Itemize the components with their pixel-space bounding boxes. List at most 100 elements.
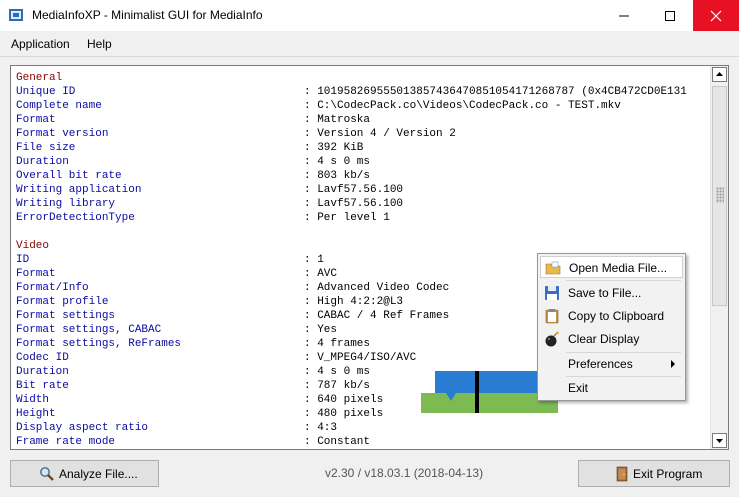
info-value: C:\CodecPack.co\Videos\CodecPack.co - TE… (317, 100, 621, 112)
minimize-icon (619, 15, 629, 17)
info-key: Format/Info (16, 282, 89, 294)
ctx-copy-label: Copy to Clipboard (568, 309, 665, 323)
ctx-preferences-label: Preferences (568, 357, 633, 371)
ctx-open-label: Open Media File... (569, 261, 668, 275)
info-row: Writing library: Lavf57.56.100 (16, 197, 687, 211)
menu-divider (0, 56, 739, 57)
info-separator: : (304, 296, 318, 308)
info-key: Bit rate (16, 380, 69, 392)
minimize-button[interactable] (601, 0, 647, 31)
info-row: Format: Matroska (16, 113, 687, 127)
info-key: Format version (16, 128, 109, 140)
analyze-file-button[interactable]: Analyze File.... (10, 460, 159, 487)
info-row: Writing application: Lavf57.56.100 (16, 183, 687, 197)
menu-application[interactable]: Application (11, 37, 70, 51)
ctx-copy-to-clipboard[interactable]: Copy to Clipboard (540, 305, 683, 327)
ctx-clear-display[interactable]: Clear Display (540, 328, 683, 350)
menu-help[interactable]: Help (87, 37, 112, 51)
scrollbar-grip-icon (716, 187, 724, 203)
info-value: CABAC / 4 Ref Frames (317, 310, 450, 322)
info-value: Advanced Video Codec (317, 282, 450, 294)
scrollbar-thumb[interactable] (712, 86, 727, 306)
info-key: ErrorDetectionType (16, 212, 135, 224)
info-value: 640 pixels (317, 394, 384, 406)
submenu-arrow-icon (671, 360, 675, 368)
exit-program-label: Exit Program (633, 467, 703, 481)
info-separator: : (304, 338, 318, 350)
info-key: Format (16, 268, 56, 280)
info-key: Codec ID (16, 352, 69, 364)
info-separator: : (304, 282, 318, 294)
info-key: Complete name (16, 100, 102, 112)
floppy-disk-icon (545, 286, 559, 300)
info-value: Constant (317, 436, 371, 448)
info-key: Duration (16, 366, 69, 378)
info-separator: : (304, 408, 318, 420)
info-key: Frame rate mode (16, 436, 116, 448)
info-separator: : (304, 128, 318, 140)
info-key: Format settings, ReFrames (16, 338, 182, 350)
info-value: 803 kb/s (317, 170, 371, 182)
info-separator: : (304, 142, 318, 154)
info-key: Unique ID (16, 86, 76, 98)
info-value: 4 s 0 ms (317, 156, 371, 168)
window-title: MediaInfoXP - Minimalist GUI for MediaIn… (32, 8, 263, 22)
close-icon (710, 10, 722, 22)
info-row: Format version: Version 4 / Version 2 (16, 127, 687, 141)
info-separator: : (304, 366, 318, 378)
info-key: Format settings (16, 310, 116, 322)
vertical-scrollbar[interactable] (710, 66, 728, 449)
info-value: Version 4 / Version 2 (317, 128, 456, 140)
info-value: 480 pixels (317, 408, 384, 420)
section-title: General (16, 72, 63, 84)
info-key: Writing application (16, 184, 142, 196)
info-key: Format profile (16, 296, 109, 308)
info-separator: : (304, 394, 318, 406)
info-separator: : (304, 170, 318, 182)
ctx-open-media-file[interactable]: Open Media File... (540, 256, 683, 278)
close-button[interactable] (693, 0, 739, 31)
scroll-down-arrow-icon (716, 439, 723, 443)
info-key: File size (16, 142, 76, 154)
info-separator: : (304, 268, 318, 280)
info-row: File size: 392 KiB (16, 141, 687, 155)
scroll-down-button[interactable] (712, 433, 727, 448)
info-separator: : (304, 184, 318, 196)
ctx-preferences[interactable]: Preferences (540, 353, 683, 375)
info-separator: : (304, 212, 318, 224)
ctx-save-to-file[interactable]: Save to File... (540, 282, 683, 304)
info-row: Complete name: C:\CodecPack.co\Videos\Co… (16, 99, 687, 113)
info-separator: : (304, 254, 318, 266)
ctx-clear-label: Clear Display (568, 332, 640, 346)
info-key: Duration (16, 156, 69, 168)
info-row: Unique ID: 10195826955501385743647085105… (16, 85, 687, 99)
info-value: High 4:2:2@L3 (317, 296, 404, 308)
info-key: Width (16, 394, 50, 406)
info-value: 101958269555013857436470851054171268787 … (317, 86, 687, 98)
title-bar: MediaInfoXP - Minimalist GUI for MediaIn… (0, 0, 739, 31)
maximize-icon (665, 11, 675, 21)
info-separator: : (304, 380, 318, 392)
info-value: Lavf57.56.100 (317, 184, 404, 196)
analyze-file-label: Analyze File.... (59, 467, 138, 481)
info-row: Display aspect ratio: 4:3 (16, 421, 687, 435)
scroll-up-button[interactable] (712, 67, 727, 82)
info-value: 392 KiB (317, 142, 364, 154)
info-row: Frame rate mode: Constant (16, 435, 687, 449)
info-separator: : (304, 310, 318, 322)
exit-program-button[interactable]: Exit Program (578, 460, 730, 487)
section-header: General (16, 71, 687, 85)
info-value: Lavf57.56.100 (317, 198, 404, 210)
info-separator: : (304, 114, 318, 126)
info-value: 1 (317, 254, 324, 266)
info-value: Yes (317, 324, 338, 336)
info-key: Display aspect ratio (16, 422, 149, 434)
maximize-button[interactable] (647, 0, 693, 31)
ctx-exit[interactable]: Exit (540, 377, 683, 399)
info-key: Format (16, 114, 56, 126)
info-key: ID (16, 254, 30, 266)
info-key: Writing library (16, 198, 116, 210)
info-key: Format settings, CABAC (16, 324, 162, 336)
exit-door-icon (616, 466, 628, 482)
